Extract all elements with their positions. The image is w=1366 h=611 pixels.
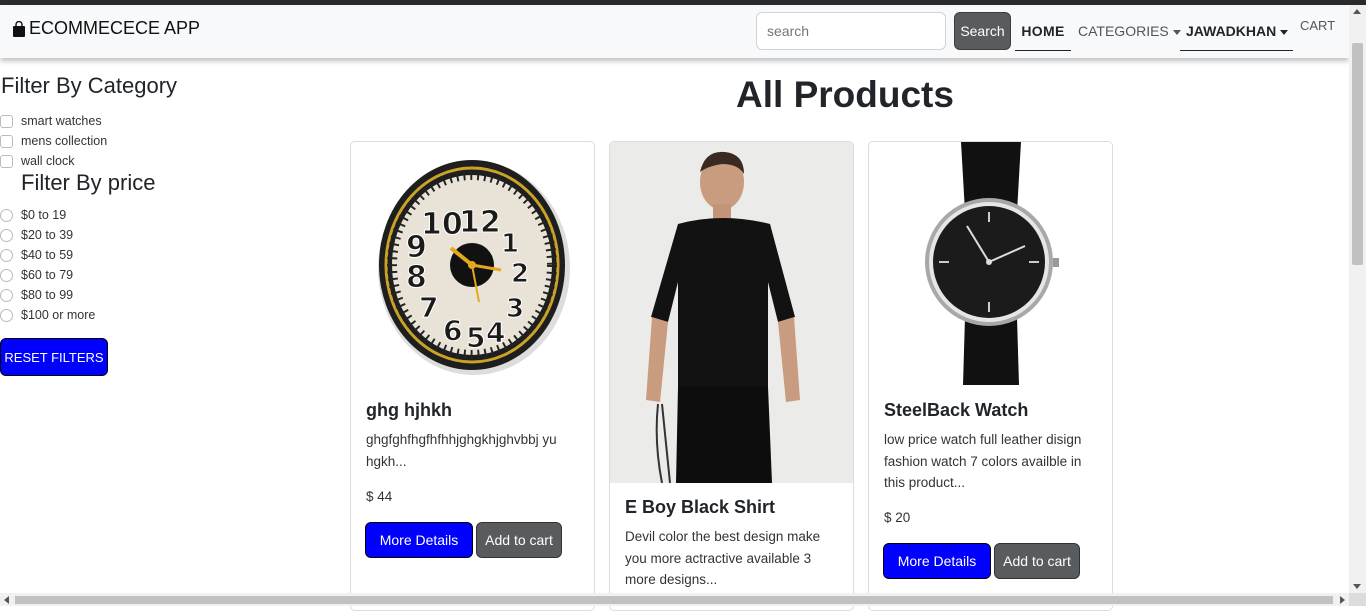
scroll-right-icon[interactable] [1340,596,1345,604]
product-price: $ 20 [884,510,911,525]
horizontal-scrollbar[interactable] [0,593,1349,606]
search-input[interactable] [756,12,946,50]
nav-user-label: JAWADKHAN [1186,23,1277,39]
wrist-watch-image [869,142,1112,387]
radio[interactable] [0,268,13,282]
price-option-label: $0 to 19 [21,208,67,222]
price-option-label: $20 to 39 [21,228,74,242]
radio[interactable] [0,288,13,302]
product-card: 12 1 2 3 4 5 6 7 8 9 10 ghg hjhkh ghgfgh… [350,141,595,611]
price-option[interactable]: $60 to 79 [0,265,95,285]
svg-text:12: 12 [459,205,501,240]
product-title: SteelBack Watch [884,400,1029,420]
nav-cart-link[interactable]: CART [1300,18,1335,33]
vertical-scroll-thumb[interactable] [1352,43,1363,265]
price-filter-title: Filter By price [21,170,156,195]
radio[interactable] [0,248,13,262]
checkbox[interactable] [0,154,13,168]
category-option[interactable]: smart watches [0,111,107,131]
category-filter-list: smart watches mens collection wall clock [0,111,107,171]
svg-text:1: 1 [501,229,519,259]
svg-text:5: 5 [466,321,485,354]
chevron-down-icon [1280,29,1289,35]
product-description: low price watch full leather disign fash… [884,432,1082,490]
radio[interactable] [0,308,13,322]
price-option[interactable]: $40 to 59 [0,245,95,265]
product-card: E Boy Black Shirt Devil color the best d… [609,141,854,611]
price-option[interactable]: $0 to 19 [0,205,95,225]
price-option-label: $100 or more [21,308,96,322]
category-option-label: mens collection [21,134,108,148]
add-to-cart-button[interactable]: Add to cart [476,522,562,558]
product-title: ghg hjhkh [366,400,452,420]
shopping-bag-icon [12,20,26,37]
product-card: SteelBack Watch low price watch full lea… [868,141,1113,611]
scroll-down-icon[interactable] [1353,584,1361,589]
category-filter-title: Filter By Category [1,73,178,98]
page-title: All Products [736,74,954,115]
horizontal-scroll-thumb[interactable] [15,596,1333,604]
more-details-button[interactable]: More Details [365,522,473,558]
svg-text:3: 3 [506,294,524,324]
product-price: $ 44 [366,489,393,504]
vertical-scrollbar[interactable] [1349,5,1366,593]
price-option-label: $80 to 99 [21,288,74,302]
svg-text:8: 8 [406,260,427,295]
wall-clock-image: 12 1 2 3 4 5 6 7 8 9 10 [351,142,594,387]
price-option-label: $60 to 79 [21,268,74,282]
nav-categories-dropdown[interactable]: CATEGORIES [1078,23,1181,39]
scrollbar-corner [1349,593,1366,606]
checkbox[interactable] [0,134,13,148]
category-option[interactable]: mens collection [0,131,107,151]
nav-categories-label: CATEGORIES [1078,23,1169,39]
brand-link[interactable]: ECOMMECECE APP [12,18,200,39]
scroll-up-icon[interactable] [1353,9,1361,14]
radio[interactable] [0,208,13,222]
price-option-label: $40 to 59 [21,248,74,262]
checkbox[interactable] [0,114,13,128]
svg-text:4: 4 [486,316,505,349]
search-button[interactable]: Search [954,12,1011,50]
price-option[interactable]: $20 to 39 [0,225,95,245]
svg-text:2: 2 [511,259,529,289]
price-option[interactable]: $80 to 99 [0,285,95,305]
scroll-left-icon[interactable] [4,596,9,604]
black-tshirt-model-image [610,142,853,484]
nav-home-link[interactable]: HOME [1015,15,1071,51]
add-to-cart-button[interactable]: Add to cart [994,543,1080,579]
price-option[interactable]: $100 or more [0,305,95,325]
more-details-button[interactable]: More Details [883,543,991,579]
brand-name: ECOMMECECE APP [29,18,201,38]
product-description: ghgfghfhgfhfhhjghgkhjghvbbj yu hgkh... [366,432,557,469]
price-filter-list: $0 to 19 $20 to 39 $40 to 59 $60 to 79 $… [0,205,95,325]
svg-text:10: 10 [421,207,463,242]
product-title: E Boy Black Shirt [625,497,776,517]
nav-user-dropdown[interactable]: JAWADKHAN [1180,15,1293,51]
category-option[interactable]: wall clock [0,151,107,171]
svg-text:6: 6 [443,314,462,347]
product-description: Devil color the best design make you mor… [625,529,821,587]
category-option-label: wall clock [21,154,75,168]
radio[interactable] [0,228,13,242]
reset-filters-button[interactable]: RESET FILTERS [0,338,108,376]
navbar: ECOMMECECE APP Search HOME CATEGORIES JA… [0,5,1349,58]
svg-text:7: 7 [419,291,438,324]
category-option-label: smart watches [21,114,102,128]
